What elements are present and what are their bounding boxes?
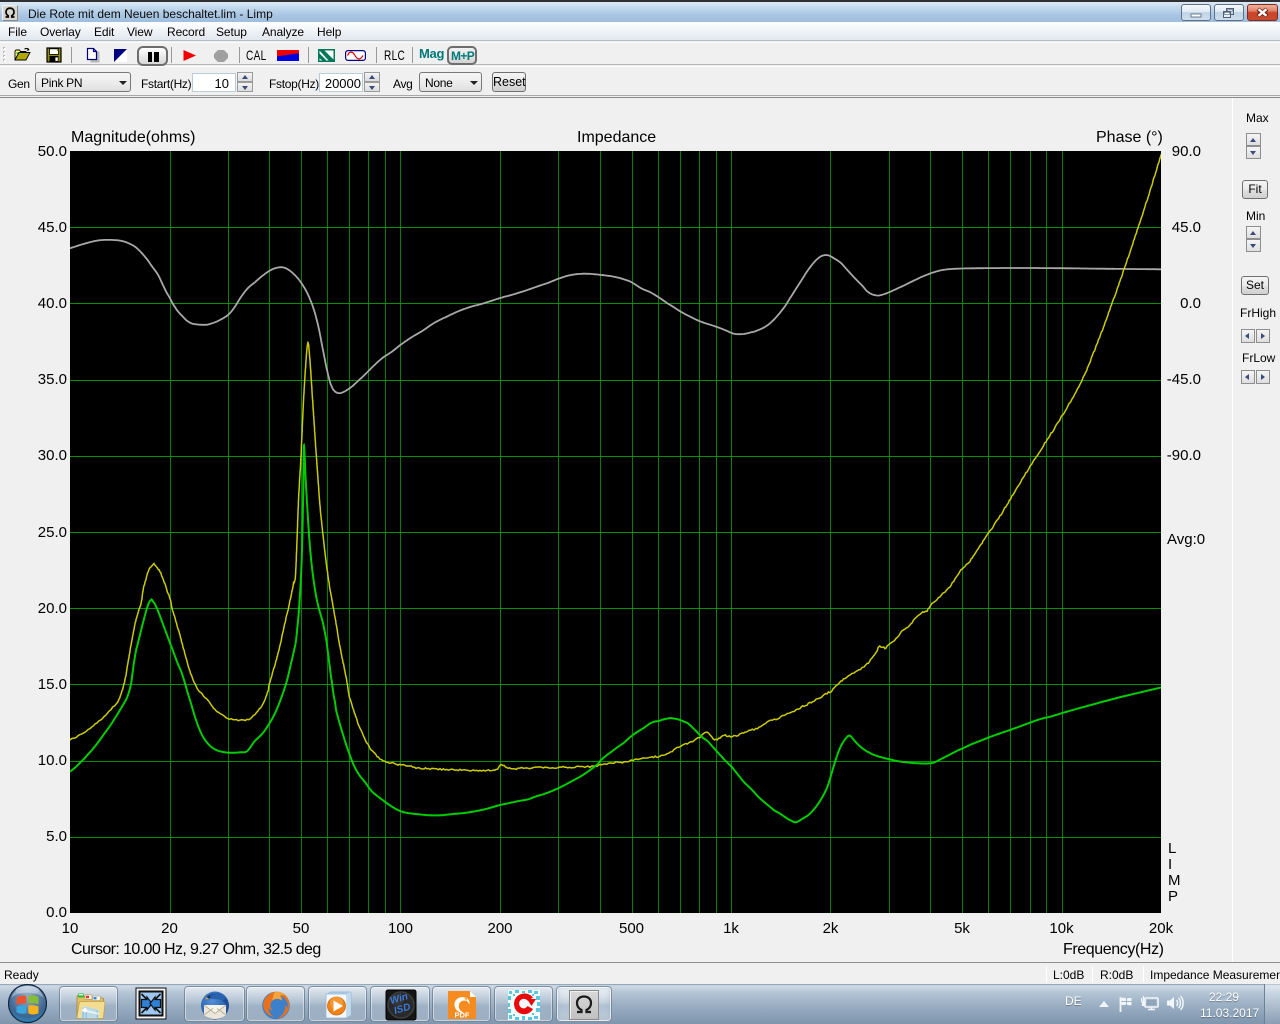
svg-text:PDF: PDF — [455, 1011, 470, 1020]
